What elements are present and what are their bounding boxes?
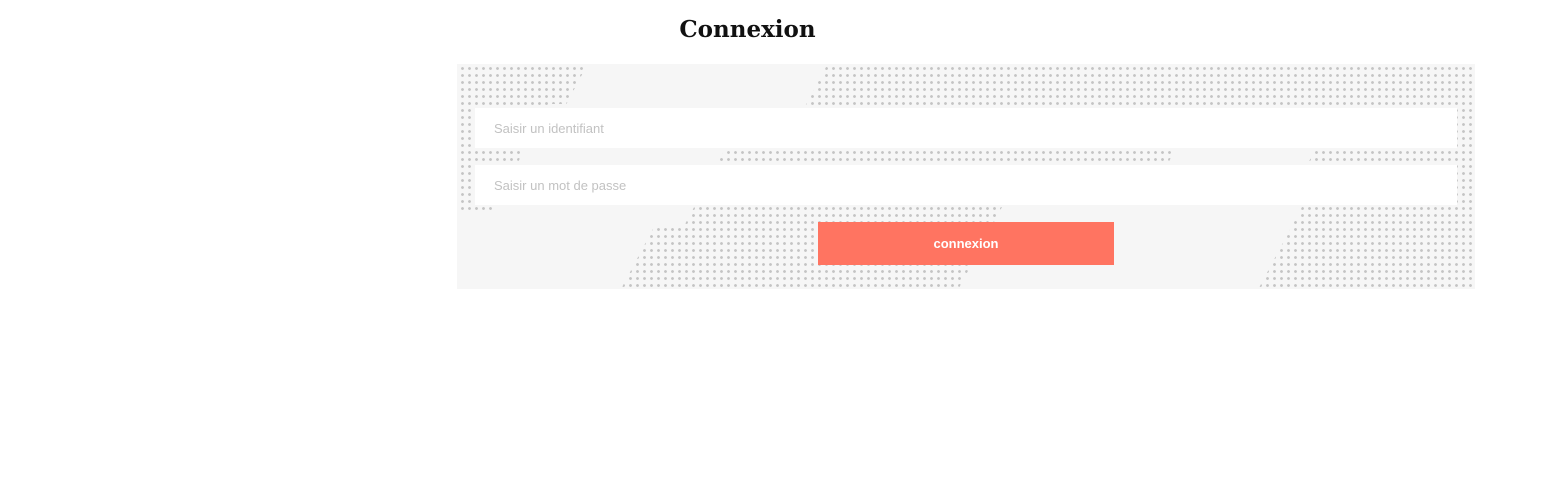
background-band	[561, 64, 833, 114]
background-band	[457, 214, 661, 289]
username-input[interactable]	[475, 108, 1457, 148]
login-button[interactable]: connexion	[818, 222, 1114, 265]
page-title: Connexion	[679, 16, 816, 43]
login-page: Connexion connexion	[0, 0, 1547, 491]
login-form: connexion	[457, 64, 1475, 289]
password-input[interactable]	[475, 165, 1457, 205]
